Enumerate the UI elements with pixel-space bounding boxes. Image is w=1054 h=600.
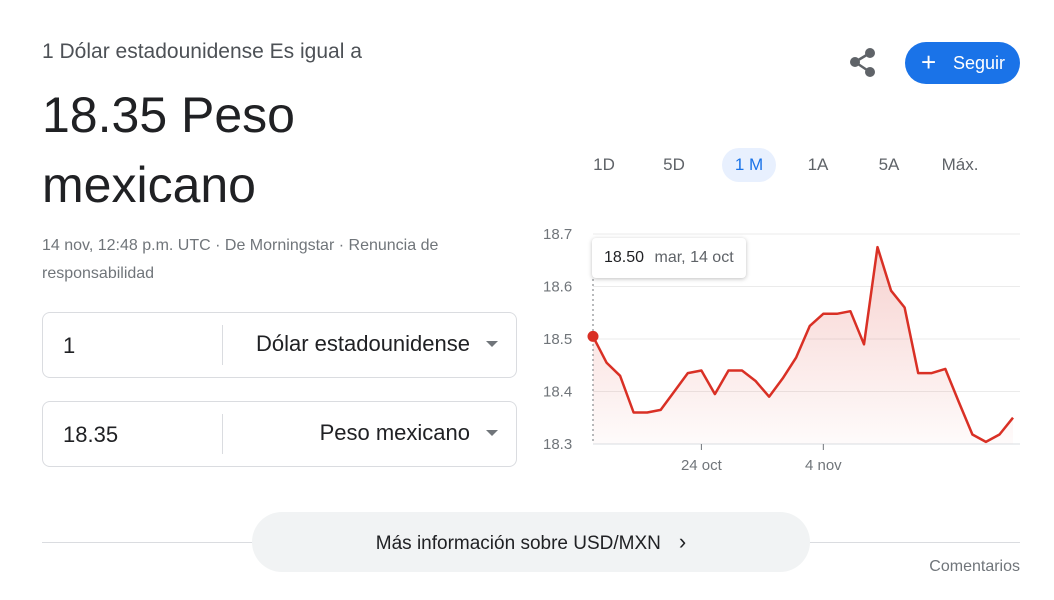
share-icon[interactable] xyxy=(846,46,880,80)
tab-1d[interactable]: 1D xyxy=(584,148,624,182)
rate-line-1: 18.35 Peso xyxy=(42,87,295,143)
source-label: De Morningstar xyxy=(224,237,335,254)
tab-max[interactable]: Máx. xyxy=(938,148,982,182)
tooltip-value: 18.50 xyxy=(604,249,645,266)
timestamp: 14 nov, 12:48 p.m. UTC xyxy=(42,237,211,254)
conversion-result: 18.35 Peso mexicano xyxy=(42,80,462,220)
from-currency-select[interactable]: Dólar estadounidense xyxy=(256,331,470,357)
chart-tooltip: 18.50 mar, 14 oct xyxy=(592,238,746,278)
tab-5d[interactable]: 5D xyxy=(654,148,694,182)
y-tick-label: 18.6 xyxy=(543,279,572,296)
from-converter-row: 1 Dólar estadounidense xyxy=(42,312,517,378)
from-amount-input[interactable]: 1 xyxy=(63,333,75,359)
dropdown-arrow-icon[interactable] xyxy=(486,430,498,436)
range-tabs: 1D 5D 1 M 1A 5A Máx. xyxy=(574,148,1014,182)
y-axis-labels: 18.7 18.6 18.5 18.4 18.3 xyxy=(543,226,572,453)
to-converter-row: 18.35 Peso mexicano xyxy=(42,401,517,467)
feedback-link[interactable]: Comentarios xyxy=(929,558,1020,576)
follow-label: Seguir xyxy=(953,53,1006,73)
rate-line-2: mexicano xyxy=(42,157,256,213)
to-currency-select[interactable]: Peso mexicano xyxy=(320,420,470,446)
rate-meta: 14 nov, 12:48 p.m. UTC · De Morningstar … xyxy=(42,237,439,282)
more-info-button[interactable]: Más información sobre USD/MXN › xyxy=(252,512,810,572)
divider xyxy=(222,414,223,454)
chevron-right-icon: › xyxy=(678,529,687,554)
x-axis-ticks: 24 oct 4 nov xyxy=(593,443,1020,474)
x-tick-label: 24 oct xyxy=(681,457,723,474)
tab-1a[interactable]: 1A xyxy=(798,148,838,182)
dropdown-arrow-icon[interactable] xyxy=(486,341,498,347)
plus-icon: + xyxy=(921,47,937,77)
x-tick-label: 4 nov xyxy=(805,457,842,474)
tooltip-date: mar, 14 oct xyxy=(654,249,734,266)
follow-button[interactable]: + Seguir xyxy=(905,42,1020,84)
tab-5a[interactable]: 5A xyxy=(869,148,909,182)
conversion-subtitle: 1 Dólar estadounidense Es igual a xyxy=(42,40,362,63)
divider xyxy=(222,325,223,365)
hover-point xyxy=(587,330,599,342)
more-info-label: Más información sobre USD/MXN xyxy=(375,533,661,554)
y-tick-label: 18.4 xyxy=(543,384,572,401)
y-tick-label: 18.3 xyxy=(543,436,572,453)
y-tick-label: 18.7 xyxy=(543,226,572,243)
y-tick-label: 18.5 xyxy=(543,331,572,348)
to-amount-input[interactable]: 18.35 xyxy=(63,422,118,448)
tab-1m[interactable]: 1 M xyxy=(722,148,776,182)
